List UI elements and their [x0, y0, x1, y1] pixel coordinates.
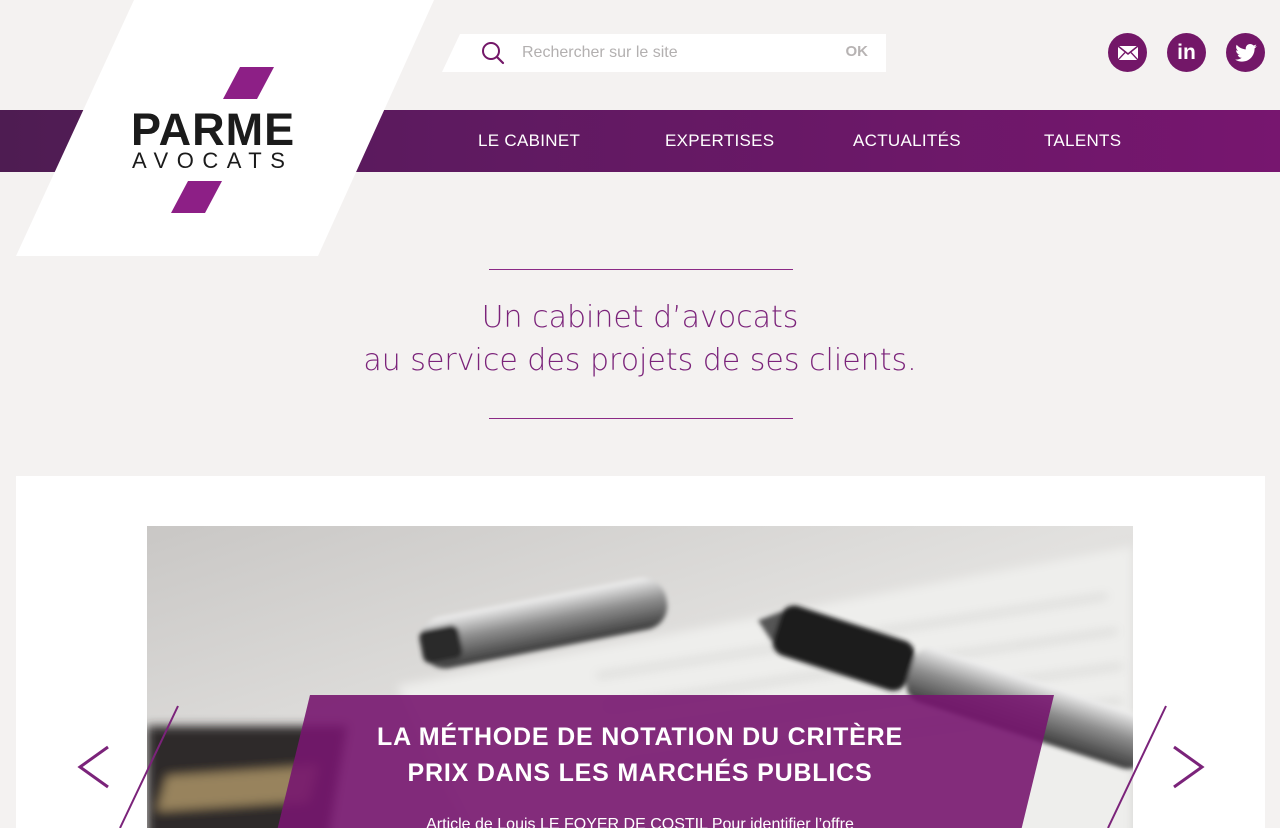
slide-title-line1[interactable]: LA MÉTHODE DE NOTATION DU CRITÈRE — [276, 723, 1004, 752]
search-bar: OK — [442, 34, 886, 72]
twitter-button[interactable] — [1226, 33, 1265, 72]
logo-text-avocats: AVOCATS — [132, 148, 294, 173]
linkedin-icon: in — [1177, 40, 1196, 64]
slider-decor-line-right — [1107, 705, 1167, 828]
envelope-icon — [1117, 45, 1138, 60]
divider-top — [489, 269, 793, 270]
linkedin-button[interactable]: in — [1167, 33, 1206, 72]
search-submit-button[interactable]: OK — [846, 43, 869, 60]
nav-item-expertises[interactable]: EXPERTISES — [665, 131, 774, 151]
chevron-left-icon[interactable] — [74, 744, 114, 790]
slider-decor-line-left — [119, 705, 179, 828]
nav-item-talents[interactable]: TALENTS — [1044, 131, 1121, 151]
tagline-line1: Un cabinet d’avocats — [481, 300, 799, 335]
divider-bottom — [489, 418, 793, 419]
twitter-bird-icon — [1234, 43, 1257, 62]
slide-excerpt: Article de Louis LE FOYER DE COSTIL Pour… — [426, 816, 854, 828]
nav-item-le-cabinet[interactable]: LE CABINET — [478, 131, 580, 151]
nav-item-actualites[interactable]: ACTUALITÉS — [853, 131, 961, 151]
tagline-line2: au service des projets de ses clients. — [363, 343, 917, 378]
chevron-right-icon[interactable] — [1168, 744, 1208, 790]
search-input[interactable] — [522, 41, 822, 65]
search-icon[interactable] — [480, 40, 506, 66]
logo[interactable]: PARME AVOCATS — [16, 0, 436, 256]
slide-title-line2[interactable]: PRIX DANS LES MARCHÉS PUBLICS — [276, 759, 1004, 788]
mail-button[interactable] — [1108, 33, 1147, 72]
